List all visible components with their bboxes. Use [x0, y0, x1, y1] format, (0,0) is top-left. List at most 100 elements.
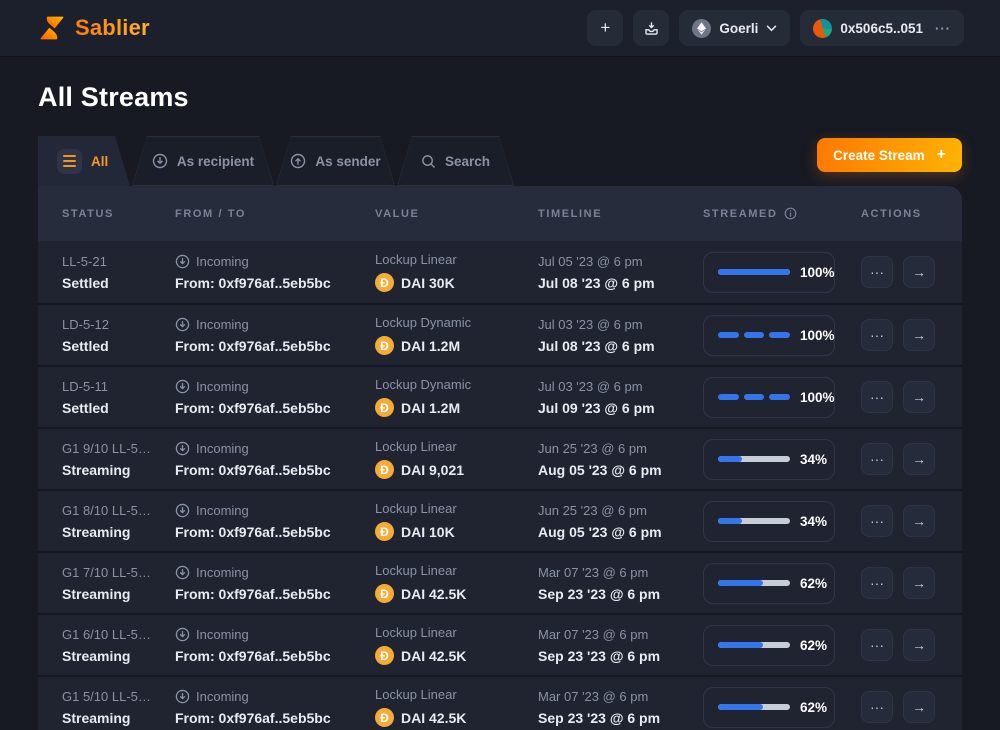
inbox-button[interactable]: [633, 10, 669, 46]
status-cell: G1 7/10 LL-5… Streaming: [62, 565, 175, 602]
status-cell: G1 5/10 LL-5… Streaming: [62, 689, 175, 726]
row-open-button[interactable]: →: [903, 691, 935, 723]
timeline-cell: Jul 03 '23 @ 6 pm Jul 09 '23 @ 6 pm: [538, 379, 703, 416]
tab-search[interactable]: Search: [397, 136, 514, 186]
timeline-cell: Mar 07 '23 @ 6 pm Sep 23 '23 @ 6 pm: [538, 689, 703, 726]
start-date: Mar 07 '23 @ 6 pm: [538, 689, 703, 704]
table-row[interactable]: G1 5/10 LL-5… Streaming Incoming From: 0…: [38, 675, 962, 730]
table-row[interactable]: LL-5-21 Settled Incoming From: 0xf976af.…: [38, 241, 962, 303]
direction-label: Incoming: [196, 627, 249, 642]
tab-all-label: All: [91, 154, 108, 169]
counterparty: From: 0xf976af..5eb5bc: [175, 648, 375, 664]
table-row[interactable]: G1 7/10 LL-5… Streaming Incoming From: 0…: [38, 551, 962, 613]
amount: DAI 42.5K: [401, 710, 466, 726]
add-button[interactable]: +: [587, 10, 623, 46]
row-menu-button[interactable]: ···: [861, 256, 893, 288]
timeline-cell: Jun 25 '23 @ 6 pm Aug 05 '23 @ 6 pm: [538, 503, 703, 540]
value-cell: Lockup Linear Ð DAI 42.5K: [375, 625, 538, 665]
row-menu-button[interactable]: ···: [861, 505, 893, 537]
chevron-down-icon: [766, 25, 777, 32]
tab-all[interactable]: All: [38, 136, 130, 186]
progress-pill: 34%: [703, 439, 835, 480]
row-menu-button[interactable]: ···: [861, 567, 893, 599]
row-open-button[interactable]: →: [903, 443, 935, 475]
col-actions: ACTIONS: [861, 208, 938, 220]
row-open-button[interactable]: →: [903, 505, 935, 537]
progress-pill: 62%: [703, 687, 835, 728]
row-open-button[interactable]: →: [903, 381, 935, 413]
stream-status: Streaming: [62, 648, 175, 664]
row-menu-button[interactable]: ···: [861, 319, 893, 351]
end-date: Aug 05 '23 @ 6 pm: [538, 462, 703, 478]
value-cell: Lockup Linear Ð DAI 9,021: [375, 439, 538, 479]
table-header: STATUS FROM / TO VALUE TIMELINE STREAMED…: [38, 186, 962, 241]
direction-label: Incoming: [196, 565, 249, 580]
table-row[interactable]: G1 6/10 LL-5… Streaming Incoming From: 0…: [38, 613, 962, 675]
incoming-icon: [175, 317, 190, 332]
amount: DAI 9,021: [401, 462, 464, 478]
info-icon[interactable]: [784, 207, 797, 220]
amount: DAI 42.5K: [401, 586, 466, 602]
row-open-button[interactable]: →: [903, 319, 935, 351]
page-title: All Streams: [38, 82, 962, 113]
row-open-button[interactable]: →: [903, 256, 935, 288]
dai-token-icon: Ð: [375, 522, 394, 541]
stream-type: Lockup Dynamic: [375, 315, 538, 330]
stream-type: Lockup Linear: [375, 687, 538, 702]
stream-id: G1 5/10 LL-5…: [62, 689, 175, 704]
wallet-button[interactable]: 0x506c5..051 ···: [800, 10, 964, 46]
amount: DAI 42.5K: [401, 648, 466, 664]
stream-status: Settled: [62, 338, 175, 354]
counterparty: From: 0xf976af..5eb5bc: [175, 524, 375, 540]
streamed-cell: 34%: [703, 439, 861, 480]
progress-percent: 100%: [800, 328, 835, 343]
create-stream-button[interactable]: Create Stream +: [817, 138, 962, 172]
stream-type: Lockup Linear: [375, 439, 538, 454]
start-date: Jul 05 '23 @ 6 pm: [538, 254, 703, 269]
progress-pill: 100%: [703, 252, 835, 293]
stream-type: Lockup Linear: [375, 563, 538, 578]
progress-pill: 62%: [703, 625, 835, 666]
app-logo[interactable]: Sablier: [38, 14, 150, 42]
amount: DAI 30K: [401, 275, 455, 291]
col-status: STATUS: [62, 208, 175, 220]
table-row[interactable]: LD-5-12 Settled Incoming From: 0xf976af.…: [38, 303, 962, 365]
tab-as-recipient[interactable]: As recipient: [132, 136, 274, 186]
actions-cell: ··· →: [861, 567, 938, 599]
amount: DAI 1.2M: [401, 338, 460, 354]
col-streamed: STREAMED: [703, 207, 861, 220]
row-menu-button[interactable]: ···: [861, 381, 893, 413]
actions-cell: ··· →: [861, 381, 938, 413]
actions-cell: ··· →: [861, 319, 938, 351]
status-cell: LL-5-21 Settled: [62, 254, 175, 291]
tab-search-label: Search: [445, 154, 490, 169]
value-cell: Lockup Linear Ð DAI 30K: [375, 252, 538, 292]
table-row[interactable]: G1 8/10 LL-5… Streaming Incoming From: 0…: [38, 489, 962, 551]
streamed-cell: 100%: [703, 315, 861, 356]
from-to-cell: Incoming From: 0xf976af..5eb5bc: [175, 689, 375, 726]
dai-token-icon: Ð: [375, 708, 394, 727]
start-date: Mar 07 '23 @ 6 pm: [538, 565, 703, 580]
timeline-cell: Jul 03 '23 @ 6 pm Jul 08 '23 @ 6 pm: [538, 317, 703, 354]
progress-bar: [718, 642, 790, 648]
tab-as-sender-label: As sender: [315, 154, 380, 169]
network-selector[interactable]: Goerli: [679, 10, 790, 46]
table-row[interactable]: G1 9/10 LL-5… Streaming Incoming From: 0…: [38, 427, 962, 489]
row-menu-button[interactable]: ···: [861, 691, 893, 723]
stream-status: Settled: [62, 275, 175, 291]
row-menu-button[interactable]: ···: [861, 443, 893, 475]
progress-percent: 100%: [800, 390, 835, 405]
counterparty: From: 0xf976af..5eb5bc: [175, 338, 375, 354]
row-menu-button[interactable]: ···: [861, 629, 893, 661]
table-row[interactable]: LD-5-11 Settled Incoming From: 0xf976af.…: [38, 365, 962, 427]
streamed-cell: 34%: [703, 501, 861, 542]
row-open-button[interactable]: →: [903, 629, 935, 661]
progress-percent: 34%: [800, 452, 827, 467]
row-open-button[interactable]: →: [903, 567, 935, 599]
actions-cell: ··· →: [861, 256, 938, 288]
stream-type: Lockup Linear: [375, 252, 538, 267]
tab-as-sender[interactable]: As sender: [276, 136, 395, 186]
incoming-icon: [175, 627, 190, 642]
menu-icon: [57, 149, 82, 174]
inbox-icon: [643, 20, 660, 37]
